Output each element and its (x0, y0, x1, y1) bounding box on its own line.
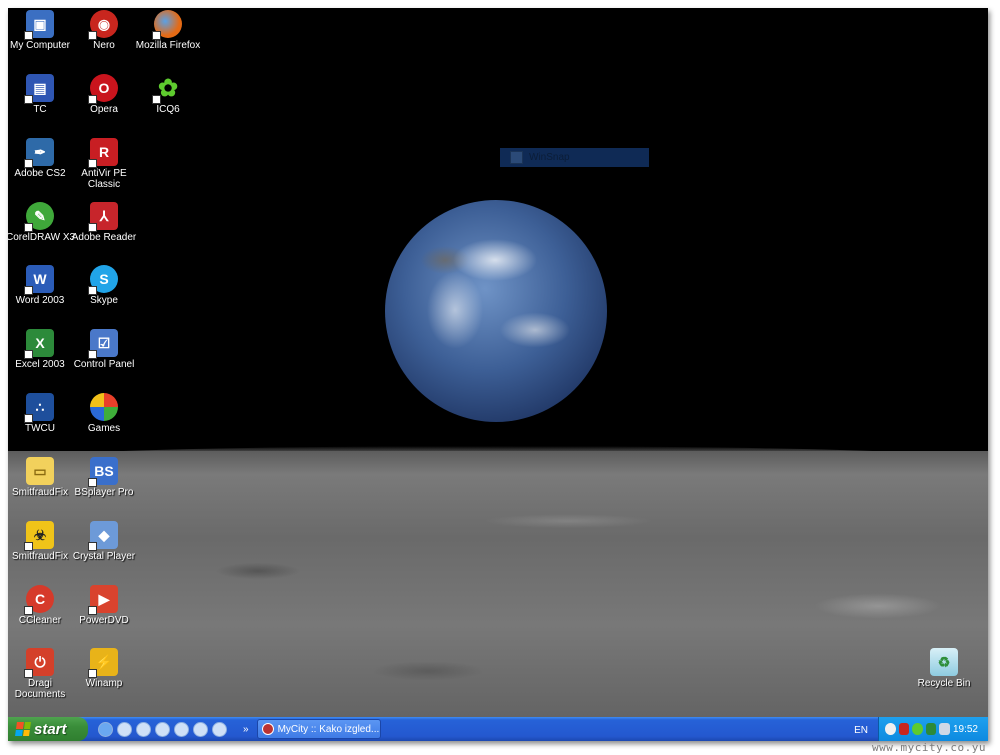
system-tray: 19:52 (878, 717, 988, 741)
desktop-icon-smitfraudfix-folder[interactable]: ▭ SmitfraudFix (8, 457, 74, 498)
firefox-icon (152, 10, 182, 40)
desktop-icon-word[interactable]: W Word 2003 (8, 265, 74, 306)
user-icon-2[interactable] (212, 721, 227, 737)
desktop-icon-ccleaner[interactable]: C CCleaner (8, 585, 74, 626)
eye-icon-2[interactable] (174, 721, 189, 737)
quick-launch (98, 721, 227, 737)
desktop-icon[interactable] (136, 721, 151, 737)
desktop-icon-powerdvd[interactable]: ▶ PowerDVD (70, 585, 138, 626)
coreldraw-icon: ✎ (24, 202, 54, 232)
excel-icon: X (24, 329, 54, 359)
games-icon (90, 393, 118, 421)
desktop-icon-dragi-documents[interactable]: ⏻ Dragi Documents (8, 648, 74, 700)
power-button-icon: ⏻ (24, 648, 54, 678)
word-icon: W (24, 265, 54, 295)
bsplayer-icon: BS (88, 457, 118, 487)
desktop-icon-winamp[interactable]: ⚡ Winamp (70, 648, 138, 689)
computer-icon: ▣ (24, 10, 54, 40)
skype-icon: S (88, 265, 118, 295)
desktop-icon-adobe-cs2[interactable]: ✒ Adobe CS2 (8, 138, 74, 179)
folder-icon: ▭ (26, 457, 54, 485)
watermark: www.mycity.co.yu (872, 741, 986, 754)
desktop-icon-skype[interactable]: S Skype (70, 265, 138, 306)
ccleaner-icon: C (24, 585, 54, 615)
crystal-player-icon: ◆ (88, 521, 118, 551)
nero-icon: ◉ (88, 10, 118, 40)
powerdvd-icon: ▶ (88, 585, 118, 615)
windows-flag-icon (15, 722, 31, 736)
opera-icon: O (88, 74, 118, 104)
taskbar: start » MyCity :: Kako izgled... EN 19:5… (8, 717, 988, 741)
tray-network-icon[interactable] (925, 723, 937, 735)
quick-launch-overflow-button[interactable]: » (243, 724, 249, 735)
desktop-icon-opera[interactable]: O Opera (70, 74, 138, 115)
tray-antivir-icon[interactable] (898, 723, 910, 735)
control-panel-icon: ☑ (88, 329, 118, 359)
desktop-icon-firefox[interactable]: Mozilla Firefox (134, 10, 202, 51)
desktop-icon-tc[interactable]: ▤ TC (8, 74, 74, 115)
eye-icon[interactable] (155, 721, 170, 737)
desktop-icon-antivir[interactable]: R AntiVir PE Classic (70, 138, 138, 190)
winsnap-label: WinSnap (529, 152, 570, 163)
winsnap-window[interactable]: WinSnap (500, 148, 649, 167)
start-label: start (34, 720, 67, 738)
user-icon[interactable] (193, 721, 208, 737)
clock[interactable]: 19:52 (953, 724, 978, 735)
tray-volume-icon[interactable] (939, 723, 950, 735)
desktop-icon-excel[interactable]: X Excel 2003 (8, 329, 74, 370)
desktop-icon-crystal-player[interactable]: ◆ Crystal Player (70, 521, 138, 562)
recycle-bin-icon: ♻ (930, 648, 958, 676)
desktop-icon-twcu[interactable]: ∴ TWCU (8, 393, 74, 434)
desktop-icon-smitfraudfix[interactable]: ☣ SmitfraudFix (8, 521, 74, 562)
ie-icon[interactable] (98, 721, 113, 737)
floppy-icon: ▤ (24, 74, 54, 104)
desktop: ▣ My Computer ▤ TC ✒ Adobe CS2 ✎ CorelDR… (8, 8, 988, 741)
tray-expand-icon[interactable] (885, 723, 896, 735)
chrome-like-icon[interactable] (117, 721, 132, 737)
winamp-bolt-icon: ⚡ (88, 648, 118, 678)
start-button[interactable]: start (8, 717, 88, 741)
desktop-icon-games[interactable]: Games (70, 393, 138, 434)
desktop-icon-bsplayer[interactable]: BS BSplayer Pro (70, 457, 138, 498)
taskbar-button-label: MyCity :: Kako izgled... (277, 723, 380, 735)
moon-surface-wallpaper (8, 451, 988, 741)
adobe-reader-icon: ⅄ (88, 202, 118, 232)
tray-icq-icon[interactable] (912, 723, 923, 735)
biohazard-icon: ☣ (24, 521, 54, 551)
opera-icon (261, 723, 274, 735)
adobe-cs2-icon: ✒ (24, 138, 54, 168)
icq-flower-icon: ✿ (152, 74, 182, 104)
desktop-icon-adobe-reader[interactable]: ⅄ Adobe Reader (70, 202, 138, 243)
desktop-icon-recycle-bin[interactable]: ♻ Recycle Bin (910, 648, 978, 689)
language-indicator[interactable]: EN (854, 725, 868, 736)
winsnap-icon (510, 151, 523, 164)
desktop-icon-nero[interactable]: ◉ Nero (70, 10, 138, 51)
earth-wallpaper (385, 200, 607, 422)
taskbar-button-mycity[interactable]: MyCity :: Kako izgled... (256, 719, 381, 739)
twcu-icon: ∴ (24, 393, 54, 423)
desktop-icon-icq6[interactable]: ✿ ICQ6 (134, 74, 202, 115)
antivir-icon: R (88, 138, 118, 168)
desktop-icon-my-computer[interactable]: ▣ My Computer (8, 10, 74, 51)
desktop-icon-control-panel[interactable]: ☑ Control Panel (70, 329, 138, 370)
desktop-icon-coreldraw[interactable]: ✎ CorelDRAW X3 (8, 202, 75, 243)
